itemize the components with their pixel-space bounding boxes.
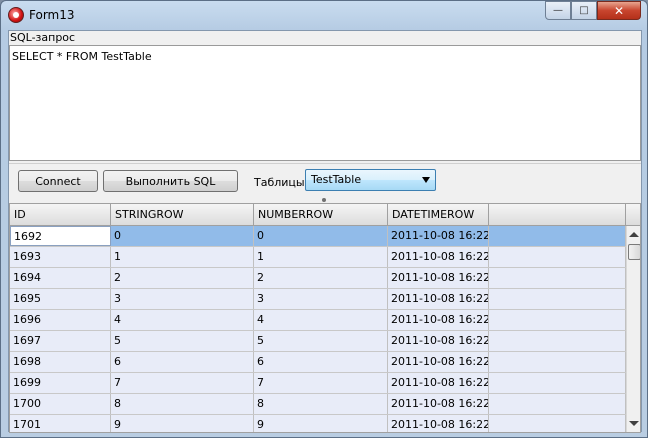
cell-empty bbox=[489, 394, 626, 414]
table-row[interactable]: 1699 7 7 2011-10-08 16:22:4 bbox=[10, 373, 626, 394]
close-icon: ✕ bbox=[613, 3, 625, 18]
title-bar[interactable]: Form13 — □ ✕ bbox=[1, 1, 647, 29]
scroll-down-icon[interactable] bbox=[629, 421, 639, 426]
cell-datetimerow[interactable]: 2011-10-08 16:22:4 bbox=[388, 247, 489, 267]
cell-datetimerow[interactable]: 2011-10-08 16:22:4 bbox=[388, 394, 489, 414]
cell-numberrow[interactable]: 2 bbox=[254, 268, 388, 288]
cell-empty bbox=[489, 289, 626, 309]
connect-button[interactable]: Connect bbox=[18, 170, 98, 192]
execute-sql-button[interactable]: Выполнить SQL bbox=[103, 170, 238, 192]
cell-empty bbox=[489, 226, 626, 246]
cell-empty bbox=[489, 247, 626, 267]
column-header-datetimerow[interactable]: DATETIMEROW bbox=[388, 204, 489, 226]
minimize-icon: — bbox=[553, 5, 563, 16]
cell-stringrow[interactable]: 7 bbox=[111, 373, 254, 393]
table-row[interactable]: 1694 2 2 2011-10-08 16:22:4 bbox=[10, 268, 626, 289]
cell-numberrow[interactable]: 7 bbox=[254, 373, 388, 393]
window-title: Form13 bbox=[29, 8, 75, 22]
cell-stringrow[interactable]: 8 bbox=[111, 394, 254, 414]
cell-numberrow[interactable]: 3 bbox=[254, 289, 388, 309]
caption-buttons: — □ ✕ bbox=[545, 1, 641, 21]
cell-empty bbox=[489, 331, 626, 351]
cell-datetimerow[interactable]: 2011-10-08 16:22:4 bbox=[388, 226, 489, 246]
cell-id[interactable]: 1692 bbox=[10, 226, 111, 246]
table-row[interactable]: 1695 3 3 2011-10-08 16:22:4 bbox=[10, 289, 626, 310]
vertical-scrollbar[interactable] bbox=[626, 226, 640, 432]
cell-stringrow[interactable]: 0 bbox=[111, 226, 254, 246]
chevron-down-icon[interactable] bbox=[422, 177, 430, 183]
sql-label: SQL-запрос bbox=[10, 31, 76, 44]
table-select-value: TestTable bbox=[311, 173, 362, 186]
minimize-button[interactable]: — bbox=[545, 1, 571, 20]
cell-id[interactable]: 1696 bbox=[10, 310, 111, 330]
cell-datetimerow[interactable]: 2011-10-08 16:22:4 bbox=[388, 373, 489, 393]
column-header-stringrow[interactable]: STRINGROW bbox=[111, 204, 254, 226]
cell-id[interactable]: 1700 bbox=[10, 394, 111, 414]
cell-id[interactable]: 1699 bbox=[10, 373, 111, 393]
form-client-area: SQL-запрос SELECT * FROM TestTable Conne… bbox=[8, 30, 642, 433]
cell-datetimerow[interactable]: 2011-10-08 16:22:4 bbox=[388, 310, 489, 330]
table-row[interactable]: 1701 9 9 2011-10-08 16:22:4 bbox=[10, 415, 626, 432]
cell-empty bbox=[489, 415, 626, 432]
splitter-grip-icon[interactable] bbox=[322, 198, 326, 202]
cell-datetimerow[interactable]: 2011-10-08 16:22:4 bbox=[388, 352, 489, 372]
cell-numberrow[interactable]: 1 bbox=[254, 247, 388, 267]
table-row[interactable]: 1697 5 5 2011-10-08 16:22:4 bbox=[10, 331, 626, 352]
cell-numberrow[interactable]: 4 bbox=[254, 310, 388, 330]
table-row[interactable]: 1698 6 6 2011-10-08 16:22:4 bbox=[10, 352, 626, 373]
table-row[interactable]: 1696 4 4 2011-10-08 16:22:4 bbox=[10, 310, 626, 331]
app-window: Form13 — □ ✕ SQL-запрос SELECT * FROM Te… bbox=[0, 0, 648, 438]
grid-header: ID STRINGROW NUMBERROW DATETIMEROW bbox=[10, 204, 640, 226]
column-header-id[interactable]: ID bbox=[10, 204, 111, 226]
data-grid[interactable]: ID STRINGROW NUMBERROW DATETIMEROW 1692 … bbox=[9, 203, 641, 433]
cell-numberrow[interactable]: 8 bbox=[254, 394, 388, 414]
close-button[interactable]: ✕ bbox=[597, 1, 641, 20]
cell-stringrow[interactable]: 4 bbox=[111, 310, 254, 330]
cell-empty bbox=[489, 373, 626, 393]
cell-datetimerow[interactable]: 2011-10-08 16:22:4 bbox=[388, 415, 489, 432]
cell-numberrow[interactable]: 0 bbox=[254, 226, 388, 246]
cell-stringrow[interactable]: 5 bbox=[111, 331, 254, 351]
cell-datetimerow[interactable]: 2011-10-08 16:22:4 bbox=[388, 289, 489, 309]
scrollbar-thumb[interactable] bbox=[628, 244, 640, 260]
cell-id[interactable]: 1693 bbox=[10, 247, 111, 267]
scroll-up-icon[interactable] bbox=[629, 232, 639, 237]
cell-stringrow[interactable]: 9 bbox=[111, 415, 254, 432]
sql-query-editor[interactable]: SELECT * FROM TestTable bbox=[9, 45, 641, 161]
cell-id[interactable]: 1701 bbox=[10, 415, 111, 432]
app-icon[interactable] bbox=[8, 7, 24, 23]
table-row[interactable]: 1693 1 1 2011-10-08 16:22:4 bbox=[10, 247, 626, 268]
toolbar: Connect Выполнить SQL Таблицы TestTable bbox=[9, 163, 641, 197]
column-header-numberrow[interactable]: NUMBERROW bbox=[254, 204, 388, 226]
cell-numberrow[interactable]: 6 bbox=[254, 352, 388, 372]
tables-label: Таблицы bbox=[254, 176, 305, 189]
cell-empty bbox=[489, 352, 626, 372]
cell-stringrow[interactable]: 6 bbox=[111, 352, 254, 372]
cell-empty bbox=[489, 268, 626, 288]
maximize-button[interactable]: □ bbox=[571, 1, 597, 20]
cell-id[interactable]: 1698 bbox=[10, 352, 111, 372]
cell-numberrow[interactable]: 9 bbox=[254, 415, 388, 432]
cell-empty bbox=[489, 310, 626, 330]
cell-stringrow[interactable]: 2 bbox=[111, 268, 254, 288]
cell-datetimerow[interactable]: 2011-10-08 16:22:4 bbox=[388, 331, 489, 351]
maximize-icon: □ bbox=[579, 5, 589, 16]
cell-id[interactable]: 1697 bbox=[10, 331, 111, 351]
cell-stringrow[interactable]: 3 bbox=[111, 289, 254, 309]
cell-datetimerow[interactable]: 2011-10-08 16:22:4 bbox=[388, 268, 489, 288]
table-row[interactable]: 1700 8 8 2011-10-08 16:22:4 bbox=[10, 394, 626, 415]
cell-id[interactable]: 1694 bbox=[10, 268, 111, 288]
cell-numberrow[interactable]: 5 bbox=[254, 331, 388, 351]
table-row[interactable]: 1692 0 0 2011-10-08 16:22:4 bbox=[10, 226, 626, 247]
cell-stringrow[interactable]: 1 bbox=[111, 247, 254, 267]
cell-id[interactable]: 1695 bbox=[10, 289, 111, 309]
column-header-empty bbox=[489, 204, 626, 226]
table-select[interactable]: TestTable bbox=[305, 169, 436, 191]
